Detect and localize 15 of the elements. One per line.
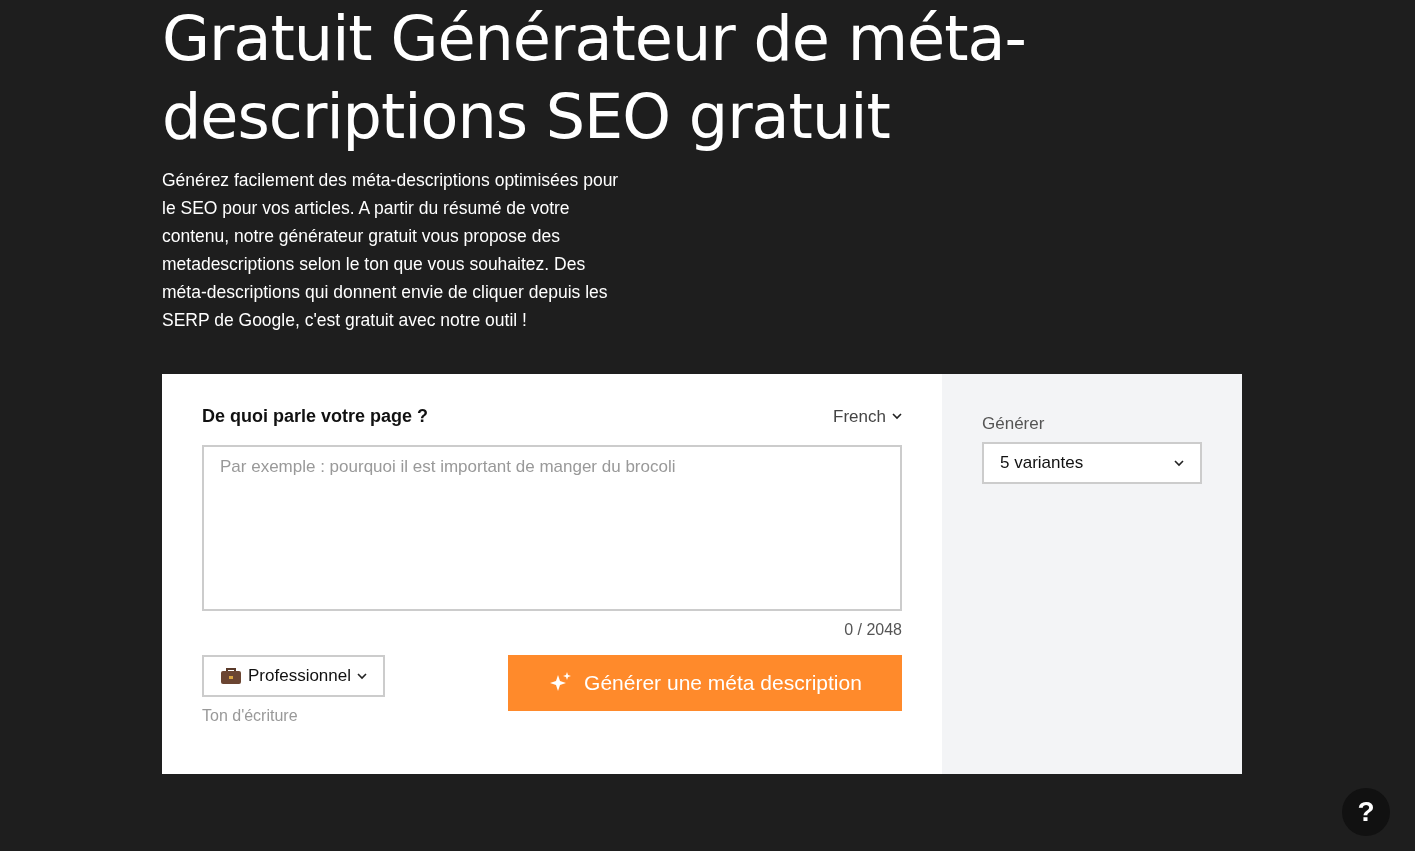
tone-dropdown[interactable]: Professionnel [202, 655, 385, 697]
help-button[interactable]: ? [1342, 788, 1390, 836]
briefcase-icon [220, 667, 242, 685]
page-title: Gratuit Générateur de méta-descriptions SEO gratuit [162, 1, 1027, 155]
tone-label: Ton d'écriture [202, 707, 299, 725]
caret-icon [1174, 459, 1184, 467]
intro-text: Générez facilement des méta-descriptions optimisées pour le SEO pour vos articles. A partir du résumé de votre contenu, notre générateur gratuit vous propose des metadescriptions selon le ton que vous souhaitez. Des méta-descriptions qui donnent envie de cliquer depuis les SERP de Google, c'est gratuit avec notre outil ! [162, 169, 620, 332]
topic-input[interactable]: Par exemple : pourquoi il est important de manger du brocoli [202, 445, 902, 611]
generate-label: Générer [982, 414, 1046, 434]
question-label: De quoi parle votre page ? [202, 406, 429, 427]
variants-dropdown[interactable]: 5 variantes [982, 442, 1202, 484]
caret-icon [357, 672, 367, 680]
caret-icon [892, 413, 902, 420]
language-dropdown[interactable]: French [833, 406, 902, 427]
character-counter: 0 / 2048 [843, 621, 902, 639]
